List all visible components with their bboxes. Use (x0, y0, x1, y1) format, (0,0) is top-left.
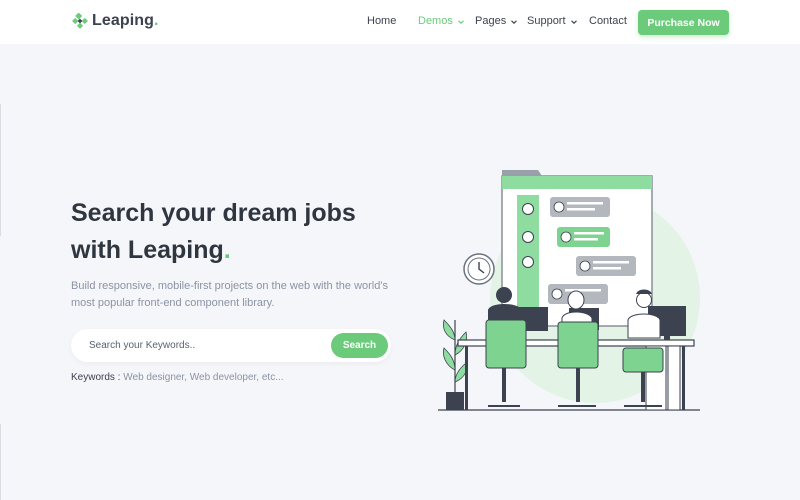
nav-demos[interactable]: Demos (418, 15, 465, 27)
divider (0, 104, 1, 236)
nav-contact[interactable]: Contact (589, 15, 627, 27)
plant-icon (443, 319, 467, 410)
hero-title-line1: Search your dream jobs (71, 199, 356, 227)
search-button[interactable]: Search (331, 333, 388, 358)
clock-icon (463, 253, 495, 285)
chevron-down-icon (510, 17, 518, 25)
hero-title: Search your dream jobs with Leaping. (71, 195, 401, 269)
purchase-now-button[interactable]: Purchase Now (638, 10, 729, 35)
diamond-logo-icon (72, 12, 88, 29)
search-bar: Search (71, 329, 391, 362)
nav-home-label: Home (367, 15, 397, 27)
chevron-down-icon (570, 17, 578, 25)
nav-home[interactable]: Home (367, 15, 396, 27)
nav-support-label: Support (527, 15, 566, 27)
divider (0, 424, 1, 500)
nav-demos-label: Demos (418, 15, 453, 27)
search-input[interactable] (89, 329, 319, 362)
brand-dot: . (154, 12, 159, 29)
brand-logo[interactable]: Leaping. (72, 12, 159, 30)
hero-title-line2: with Leaping (71, 236, 224, 264)
keywords-value: Web designer, Web developer, etc... (120, 372, 284, 383)
chevron-down-icon (457, 17, 465, 25)
nav-contact-label: Contact (589, 15, 627, 27)
nav-pages-label: Pages (475, 15, 507, 27)
keywords-line: Keywords : Web designer, Web developer, … (71, 372, 284, 383)
hero-illustration (430, 170, 720, 418)
keywords-label: Keywords : (71, 372, 121, 383)
nav-support[interactable]: Support (527, 15, 578, 27)
hero-title-dot: . (223, 236, 231, 264)
nav-pages[interactable]: Pages (475, 15, 518, 27)
hero-description: Build responsive, mobile-first projects … (71, 280, 388, 309)
site-header: Leaping. Home Demos Pages Support Contac… (0, 0, 800, 44)
brand-name: Leaping (92, 12, 155, 29)
